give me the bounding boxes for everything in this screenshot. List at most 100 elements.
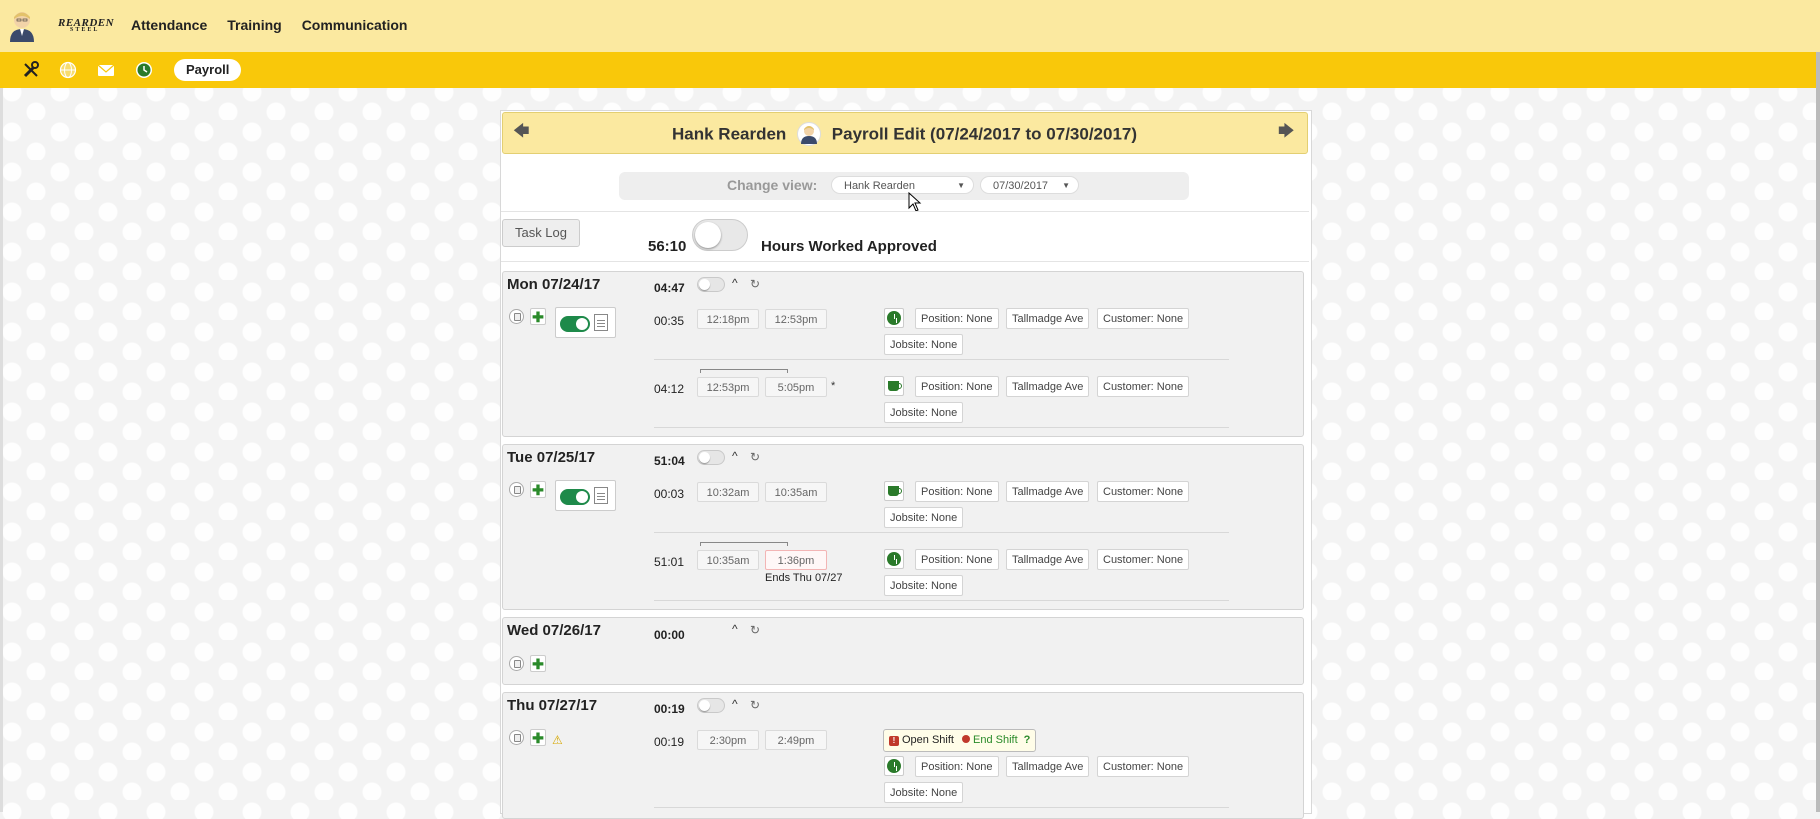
lock-icon[interactable] <box>509 482 524 497</box>
location-tag[interactable]: Tallmadge Ave <box>1006 549 1090 570</box>
linked-entries-bracket <box>700 369 788 373</box>
notes-document-icon[interactable] <box>594 487 608 504</box>
entry-duration: 51:01 <box>654 555 685 569</box>
location-tag[interactable]: Tallmadge Ave <box>1006 376 1090 397</box>
row-divider <box>654 359 1229 360</box>
customer-tag[interactable]: Customer: None <box>1097 756 1190 777</box>
start-time-input[interactable]: 12:18pm <box>697 309 759 329</box>
previous-week-arrow-icon[interactable]: 🡄 <box>513 120 530 147</box>
customer-tag[interactable]: Customer: None <box>1097 481 1190 502</box>
main-menu: Attendance Training Communication <box>131 17 407 33</box>
position-tag[interactable]: Position: None <box>915 376 999 397</box>
clock-icon[interactable] <box>884 756 904 776</box>
date-select[interactable]: 07/30/2017 ▼ <box>980 176 1079 194</box>
collapse-icon[interactable]: ^ <box>732 697 738 711</box>
day-label: Thu 07/27/17 <box>507 697 598 714</box>
end-time-input[interactable]: 1:36pm <box>765 550 827 570</box>
location-tag[interactable]: Tallmadge Ave <box>1006 756 1090 777</box>
tab-payroll[interactable]: Payroll <box>174 59 242 81</box>
nav-communication[interactable]: Communication <box>302 17 408 33</box>
reset-icon[interactable]: ↻ <box>750 623 760 637</box>
alert-icon: ! <box>889 736 899 746</box>
day-approve-toggle[interactable] <box>697 698 725 713</box>
day-approve-toggle[interactable] <box>697 277 725 292</box>
position-tag[interactable]: Position: None <box>915 308 999 329</box>
collapse-icon[interactable]: ^ <box>732 622 738 636</box>
jobsite-tag[interactable]: Jobsite: None <box>884 575 964 596</box>
open-shift-label: Open Shift <box>902 734 954 746</box>
warning-icon[interactable]: ⚠ <box>552 733 563 747</box>
end-shift-dot-icon <box>961 735 970 743</box>
reset-icon[interactable]: ↻ <box>750 277 760 291</box>
day-approve-toggle[interactable] <box>697 450 725 465</box>
end-shift-button[interactable]: End Shift <box>973 734 1018 746</box>
start-time-input[interactable]: 2:30pm <box>697 730 759 750</box>
add-entry-button[interactable]: ✚ <box>530 481 546 498</box>
collapse-icon[interactable]: ^ <box>732 276 738 290</box>
approved-toggle[interactable] <box>560 316 590 332</box>
customer-tag[interactable]: Customer: None <box>1097 308 1190 329</box>
notes-document-icon[interactable] <box>594 314 608 331</box>
edited-marker: * <box>831 380 836 392</box>
nav-training[interactable]: Training <box>227 17 281 33</box>
nav-attendance[interactable]: Attendance <box>131 17 207 33</box>
task-log-button[interactable]: Task Log <box>502 219 580 247</box>
end-time-input[interactable]: 10:35am <box>765 482 827 502</box>
end-time-input[interactable]: 2:49pm <box>765 730 827 750</box>
clock-icon[interactable] <box>135 61 153 79</box>
position-tag[interactable]: Position: None <box>915 481 999 502</box>
row-divider <box>654 600 1229 601</box>
customer-tag[interactable]: Customer: None <box>1097 376 1190 397</box>
clock-icon[interactable] <box>884 549 904 569</box>
lock-icon[interactable] <box>509 309 524 324</box>
tools-icon[interactable] <box>22 61 40 79</box>
employee-select[interactable]: Hank Rearden ▼ <box>831 176 974 194</box>
entry-duration: 04:12 <box>654 382 685 396</box>
entry-duration: 00:19 <box>654 735 685 749</box>
collapse-icon[interactable]: ^ <box>732 449 738 463</box>
company-logo[interactable]: REARDEN STEEL <box>58 17 114 33</box>
location-tag[interactable]: Tallmadge Ave <box>1006 481 1090 502</box>
customer-tag[interactable]: Customer: None <box>1097 549 1190 570</box>
add-entry-button[interactable]: ✚ <box>530 729 546 746</box>
page-scrollbar[interactable] <box>1816 52 1820 812</box>
jobsite-tag[interactable]: Jobsite: None <box>884 507 964 528</box>
jobsite-tag[interactable]: Jobsite: None <box>884 782 964 803</box>
start-time-input[interactable]: 10:32am <box>697 482 759 502</box>
row-divider <box>654 532 1229 533</box>
row-divider <box>654 807 1229 808</box>
entry-approval-box[interactable] <box>555 480 616 511</box>
help-icon[interactable]: ? <box>1024 734 1031 746</box>
end-time-input[interactable]: 12:53pm <box>765 309 827 329</box>
end-time-input[interactable]: 5:05pm <box>765 377 827 397</box>
start-time-input[interactable]: 12:53pm <box>697 377 759 397</box>
position-tag[interactable]: Position: None <box>915 756 999 777</box>
day-label: Mon 07/24/17 <box>507 276 601 293</box>
mail-icon[interactable] <box>97 61 115 79</box>
approved-toggle[interactable] <box>560 489 590 505</box>
next-week-arrow-icon[interactable]: 🡆 <box>1278 120 1295 147</box>
break-cup-icon[interactable] <box>884 481 904 501</box>
mouse-cursor-icon <box>908 192 922 212</box>
globe-icon[interactable] <box>59 61 77 79</box>
position-tag[interactable]: Position: None <box>915 549 999 570</box>
break-cup-icon[interactable] <box>884 376 904 396</box>
add-entry-button[interactable]: ✚ <box>530 308 546 325</box>
clock-icon[interactable] <box>884 308 904 328</box>
total-hours: 56:10 <box>648 238 687 255</box>
jobsite-tag[interactable]: Jobsite: None <box>884 402 964 423</box>
add-entry-button[interactable]: ✚ <box>530 655 546 672</box>
entry-approval-box[interactable] <box>555 307 616 338</box>
start-time-input[interactable]: 10:35am <box>697 550 759 570</box>
reset-icon[interactable]: ↻ <box>750 450 760 464</box>
lock-icon[interactable] <box>509 656 524 671</box>
day-total: 51:04 <box>654 454 685 468</box>
reset-icon[interactable]: ↻ <box>750 698 760 712</box>
divider <box>501 261 1309 262</box>
location-tag[interactable]: Tallmadge Ave <box>1006 308 1090 329</box>
approve-all-toggle[interactable] <box>692 219 748 251</box>
jobsite-tag[interactable]: Jobsite: None <box>884 334 964 355</box>
day-card-wed <box>502 617 1304 685</box>
lock-icon[interactable] <box>509 730 524 745</box>
user-avatar[interactable] <box>8 10 36 42</box>
